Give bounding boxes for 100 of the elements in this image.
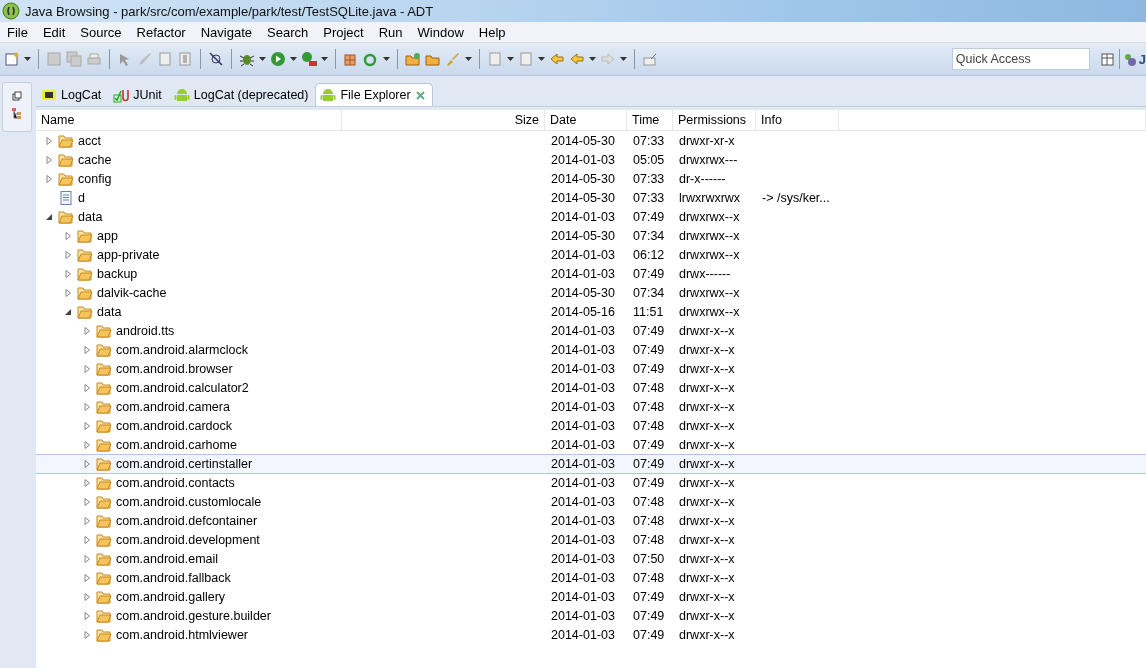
column-header[interactable]: Time	[627, 110, 673, 130]
restore-icon[interactable]	[12, 91, 22, 101]
file-row[interactable]: android.tts 2014-01-03 07:49 drwxr-x--x	[36, 322, 1146, 340]
column-header[interactable]: Name	[36, 110, 342, 130]
file-row[interactable]: com.android.cardock 2014-01-03 07:48 drwxr-x--x	[36, 417, 1146, 435]
file-row[interactable]: backup 2014-01-03 07:49 drwx------	[36, 265, 1146, 283]
file-row[interactable]: com.android.carhome 2014-01-03 07:49 drwxr-x--x	[36, 436, 1146, 454]
quick-access-field[interactable]: Quick Access	[951, 48, 1090, 70]
file-row[interactable]: app 2014-05-30 07:34 drwxrwx--x	[36, 227, 1146, 245]
file-name: com.android.browser	[116, 362, 233, 376]
forward-arrow-icon[interactable]	[600, 51, 616, 67]
collapsed-triangle-icon[interactable]	[82, 592, 92, 602]
pin-editor-icon[interactable]	[642, 51, 658, 67]
date-cell-text: 2014-01-03	[550, 609, 616, 623]
file-row[interactable]: acct 2014-05-30 07:33 drwxr-xr-x	[36, 132, 1146, 150]
menu-item[interactable]: Navigate	[193, 24, 260, 40]
menu-item[interactable]: Help	[471, 24, 514, 40]
run-icon[interactable]	[270, 51, 286, 67]
file-row[interactable]: com.android.fallback 2014-01-03 07:48 drwxr-x--x	[36, 569, 1146, 587]
collapsed-triangle-icon[interactable]	[82, 345, 92, 355]
collapsed-triangle-icon[interactable]	[82, 383, 92, 393]
view-tab[interactable]: File Explorer	[315, 83, 433, 106]
collapsed-triangle-icon[interactable]	[44, 136, 54, 146]
column-header[interactable]: Permissions	[673, 110, 756, 130]
collapsed-triangle-icon[interactable]	[44, 155, 54, 165]
file-row[interactable]: app-private 2014-01-03 06:12 drwxrwx--x	[36, 246, 1146, 264]
close-icon[interactable]	[414, 89, 426, 101]
column-header[interactable]: Info	[756, 110, 839, 130]
collapsed-triangle-icon[interactable]	[63, 269, 73, 279]
file-name: com.android.htmlviewer	[116, 628, 248, 642]
page-icon[interactable]	[157, 51, 173, 67]
paragraph-icon[interactable]	[177, 51, 193, 67]
file-row[interactable]: com.android.gallery 2014-01-03 07:49 drwxr-x--x	[36, 588, 1146, 606]
menu-item[interactable]: Source	[73, 24, 130, 40]
open-folder-icon[interactable]	[405, 51, 421, 67]
open-perspective-icon[interactable]	[1099, 51, 1116, 67]
file-row[interactable]: com.android.certinstaller 2014-01-03 07:49 drwxr-x--x	[36, 455, 1146, 473]
collapsed-triangle-icon[interactable]	[44, 174, 54, 184]
file-name: backup	[97, 267, 138, 281]
collapsed-triangle-icon[interactable]	[82, 478, 92, 488]
menu-item[interactable]: Search	[260, 24, 317, 40]
expanded-triangle-icon[interactable]	[44, 212, 54, 222]
collapsed-triangle-icon[interactable]	[82, 573, 92, 583]
collapsed-triangle-icon[interactable]	[82, 364, 92, 374]
perspective-label[interactable]: J	[1138, 51, 1146, 67]
menu-item[interactable]: Project	[316, 24, 372, 40]
file-row[interactable]: com.android.gesture.builder 2014-01-03 07:49 drwxr-x--x	[36, 607, 1146, 625]
collapsed-triangle-icon[interactable]	[63, 288, 73, 298]
collapsed-triangle-icon[interactable]	[82, 516, 92, 526]
print-icon[interactable]	[86, 51, 102, 67]
view-tab[interactable]: JUnit	[108, 83, 169, 106]
file-row[interactable]: com.android.customlocale 2014-01-03 07:48 drwxr-x--x	[36, 493, 1146, 511]
column-header[interactable]: Date	[545, 110, 627, 130]
file-row[interactable]: com.android.contacts 2014-01-03 07:49 drwxr-x--x	[36, 474, 1146, 492]
file-row[interactable]: com.android.camera 2014-01-03 07:48 drwxr-x--x	[36, 398, 1146, 416]
view-tab[interactable]: LogCat (deprecated)	[168, 83, 316, 106]
menu-item[interactable]: Refactor	[129, 24, 194, 40]
file-row[interactable]: com.android.calculator2 2014-01-03 07:48 drwxr-x--x	[36, 379, 1146, 397]
menu-item[interactable]: Run	[371, 24, 411, 40]
collapsed-triangle-icon[interactable]	[82, 497, 92, 507]
save-all-icon[interactable]	[66, 51, 82, 67]
menu-item[interactable]: Edit	[35, 24, 74, 40]
back-arrow-icon[interactable]	[569, 51, 585, 67]
file-row[interactable]: com.android.browser 2014-01-03 07:49 drwxr-x--x	[36, 360, 1146, 378]
collapsed-triangle-icon[interactable]	[82, 421, 92, 431]
collapsed-triangle-icon[interactable]	[63, 250, 73, 260]
date-cell-text: 2014-05-30	[550, 191, 616, 205]
file-row[interactable]: d 2014-05-30 07:33 lrwxrwxrwx -> /sys/ker...	[36, 189, 1146, 207]
file-row[interactable]: com.android.email 2014-01-03 07:50 drwxr-x--x	[36, 550, 1146, 568]
file-row[interactable]: config 2014-05-30 07:33 dr-x------	[36, 170, 1146, 188]
skip-breakpoints-icon[interactable]	[208, 51, 224, 67]
file-row[interactable]: data 2014-05-16 11:51 drwxrwx--x	[36, 303, 1146, 321]
collapsed-triangle-icon[interactable]	[82, 535, 92, 545]
collapsed-triangle-icon[interactable]	[82, 630, 92, 640]
permissions-cell-text: drwxr-x--x	[678, 628, 736, 642]
column-header[interactable]: Size	[342, 110, 545, 130]
save-icon[interactable]	[46, 51, 62, 67]
pen-icon[interactable]	[137, 51, 153, 67]
view-tab[interactable]: LogCat	[36, 83, 109, 106]
file-row[interactable]: com.android.development 2014-01-03 07:48 drwxr-x--x	[36, 531, 1146, 549]
collapsed-triangle-icon[interactable]	[82, 459, 92, 469]
collapsed-triangle-icon[interactable]	[63, 231, 73, 241]
menu-item[interactable]: Window	[410, 24, 472, 40]
collapsed-triangle-icon[interactable]	[82, 554, 92, 564]
collapsed-triangle-icon[interactable]	[82, 440, 92, 450]
file-row[interactable]: com.android.alarmclock 2014-01-03 07:49 drwxr-x--x	[36, 341, 1146, 359]
file-row[interactable]: data 2014-01-03 07:49 drwxrwx--x	[36, 208, 1146, 226]
file-row[interactable]: dalvik-cache 2014-05-30 07:34 drwxrwx--x	[36, 284, 1146, 302]
expanded-triangle-icon[interactable]	[63, 307, 73, 317]
collapsed-triangle-icon[interactable]	[82, 402, 92, 412]
file-row[interactable]: com.android.htmlviewer 2014-01-03 07:49 drwxr-x--x	[36, 626, 1146, 644]
hierarchy-icon[interactable]	[11, 107, 23, 119]
file-row[interactable]: cache 2014-01-03 05:05 drwxrwx---	[36, 151, 1146, 169]
collapsed-triangle-icon[interactable]	[82, 326, 92, 336]
collapsed-triangle-icon[interactable]	[82, 611, 92, 621]
menu-item[interactable]: File	[0, 24, 36, 40]
new-file-icon[interactable]	[4, 51, 20, 67]
run-tool-icon[interactable]	[301, 51, 317, 67]
file-row[interactable]: com.android.defcontainer 2014-01-03 07:48 drwxr-x--x	[36, 512, 1146, 530]
last-edit-arrow-icon[interactable]	[549, 51, 565, 67]
